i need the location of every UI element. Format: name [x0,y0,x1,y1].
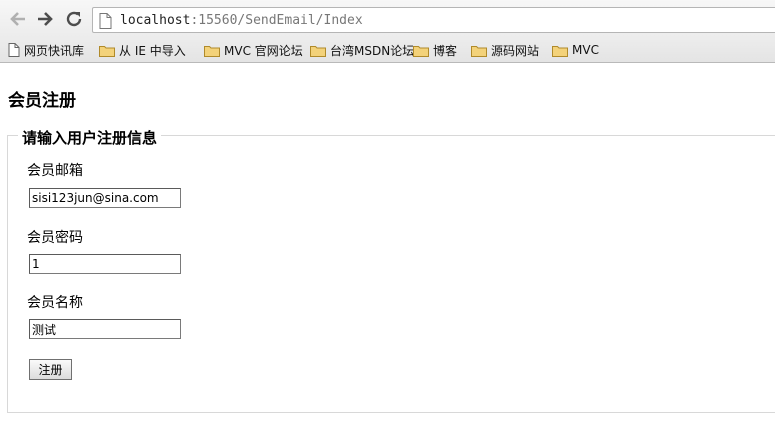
folder-icon [204,45,220,57]
bookmark-item[interactable]: 网页快讯库 [8,40,84,60]
password-label: 会员密码 [27,230,83,246]
bookmark-label: 源码网站 [491,43,540,58]
bookmark-item[interactable]: 台湾MSDN论坛 [310,40,414,60]
bookmark-label: 台湾MSDN论坛 [330,43,415,58]
password-field[interactable] [29,254,181,274]
reload-icon [63,8,85,30]
reload-button[interactable] [63,8,85,30]
arrow-right-icon [34,8,56,30]
page-icon [8,43,20,57]
folder-icon [552,45,568,57]
email-field[interactable] [29,188,181,208]
register-button[interactable]: 注册 [29,359,72,380]
arrow-left-icon [7,8,29,30]
url-text: localhost:15560/SendEmail/Index [120,13,363,28]
page-title: 会员注册 [8,91,76,111]
page-icon [99,13,112,33]
bookmarks-bar: 网页快讯库 从 IE 中导入 MVC 官网论坛 台湾MSDN论坛 博客 源码网站… [0,38,775,63]
folder-icon [310,45,326,57]
email-label: 会员邮箱 [27,163,83,179]
folder-icon [99,45,115,57]
bookmark-label: 博客 [433,43,458,58]
forward-button[interactable] [34,8,56,30]
bookmark-label: MVC 官网论坛 [224,43,303,58]
address-bar[interactable]: localhost:15560/SendEmail/Index [92,7,775,33]
folder-icon [413,45,429,57]
folder-icon [471,45,487,57]
url-path: :15560/SendEmail/Index [190,13,363,28]
back-button[interactable] [7,8,29,30]
url-host: localhost [120,13,191,28]
bookmark-item[interactable]: 博客 [413,40,457,60]
bookmark-item[interactable]: 源码网站 [471,40,539,60]
bookmark-label: 网页快讯库 [24,43,85,58]
name-label: 会员名称 [27,295,83,311]
bookmark-label: MVC [572,43,599,57]
name-field[interactable] [29,319,181,339]
bookmark-label: 从 IE 中导入 [119,43,186,58]
browser-toolbar: localhost:15560/SendEmail/Index [0,0,775,38]
registration-fieldset [7,135,775,413]
bookmark-item[interactable]: 从 IE 中导入 [99,40,186,60]
bookmark-item[interactable]: MVC [552,40,599,60]
form-legend: 请输入用户注册信息 [18,127,162,148]
bookmark-item[interactable]: MVC 官网论坛 [204,40,303,60]
